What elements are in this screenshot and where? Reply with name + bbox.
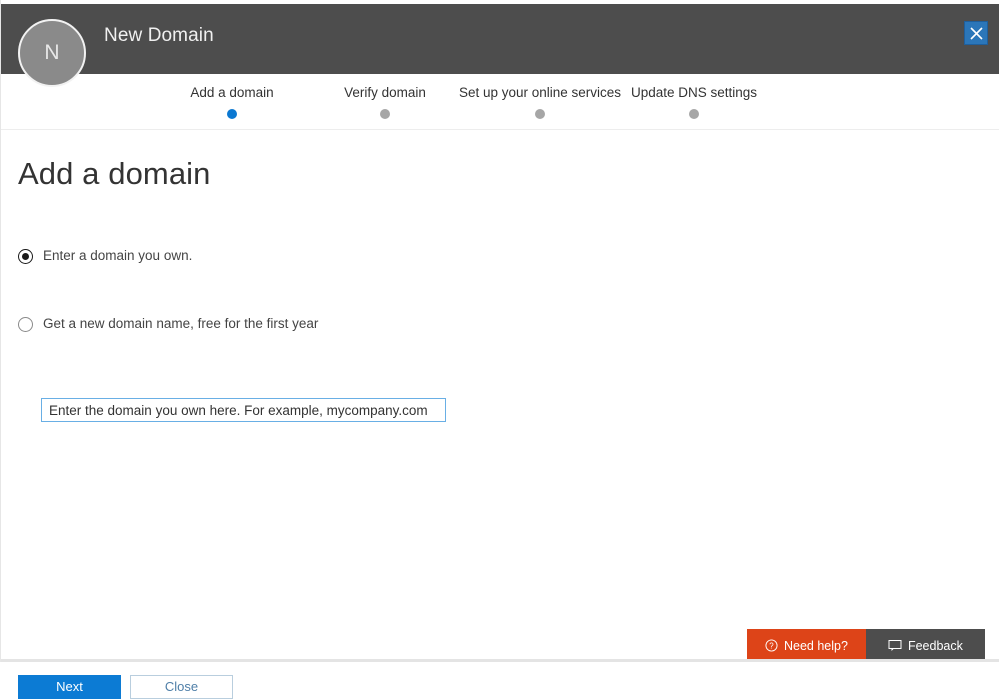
radio-button-get-new-domain[interactable] [18, 316, 33, 332]
need-help-button[interactable]: ? Need help? [747, 629, 866, 662]
close-icon [969, 26, 984, 41]
wizard-step-dot-active [227, 109, 237, 119]
svg-text:?: ? [769, 642, 774, 651]
radio-label-enter-own-domain: Enter a domain you own. [43, 248, 193, 263]
wizard-step-dot [689, 109, 699, 119]
wizard-step-dot [535, 109, 545, 119]
radio-option-get-new-domain[interactable]: Get a new domain name, free for the firs… [18, 316, 318, 332]
wizard-step-label: Add a domain [190, 85, 274, 100]
wizard-step-verify-domain[interactable]: Verify domain [323, 85, 447, 119]
wizard-steps: Add a domain Verify domain Set up your o… [1, 74, 999, 130]
wizard-step-label: Verify domain [344, 85, 426, 100]
comment-icon [888, 639, 902, 652]
wizard-step-update-dns-settings[interactable]: Update DNS settings [625, 85, 763, 119]
radio-button-enter-own-domain[interactable] [18, 248, 33, 264]
wizard-step-label: Update DNS settings [630, 85, 758, 100]
feedback-button[interactable]: Feedback [865, 629, 985, 662]
page-title: New Domain [104, 25, 214, 46]
domain-input[interactable] [41, 398, 446, 422]
wizard-step-set-up-your-online-services[interactable]: Set up your online services [449, 85, 631, 119]
close-dialog-button[interactable]: Close [130, 675, 233, 699]
next-button[interactable]: Next [18, 675, 121, 699]
question-circle-icon: ? [765, 639, 778, 652]
radio-label-get-new-domain: Get a new domain name, free for the firs… [43, 316, 319, 331]
wizard-step-dot [380, 109, 390, 119]
avatar: N [18, 19, 86, 87]
wizard-step-label: Set up your online services [458, 85, 622, 100]
content-heading: Add a domain [18, 156, 211, 191]
new-domain-dialog: New Domain N Add a domain Verify domain … [0, 0, 999, 699]
need-help-label: Need help? [784, 638, 848, 653]
dialog-content: Add a domain Enter a domain you own. Get… [1, 130, 999, 699]
dialog-header: New Domain [1, 4, 999, 74]
close-button[interactable] [964, 21, 988, 45]
radio-option-enter-own-domain[interactable]: Enter a domain you own. [18, 248, 192, 264]
wizard-step-add-a-domain[interactable]: Add a domain [151, 85, 313, 119]
footer-help-bar: ? Need help? Feedback [747, 629, 985, 662]
feedback-label: Feedback [907, 638, 963, 653]
